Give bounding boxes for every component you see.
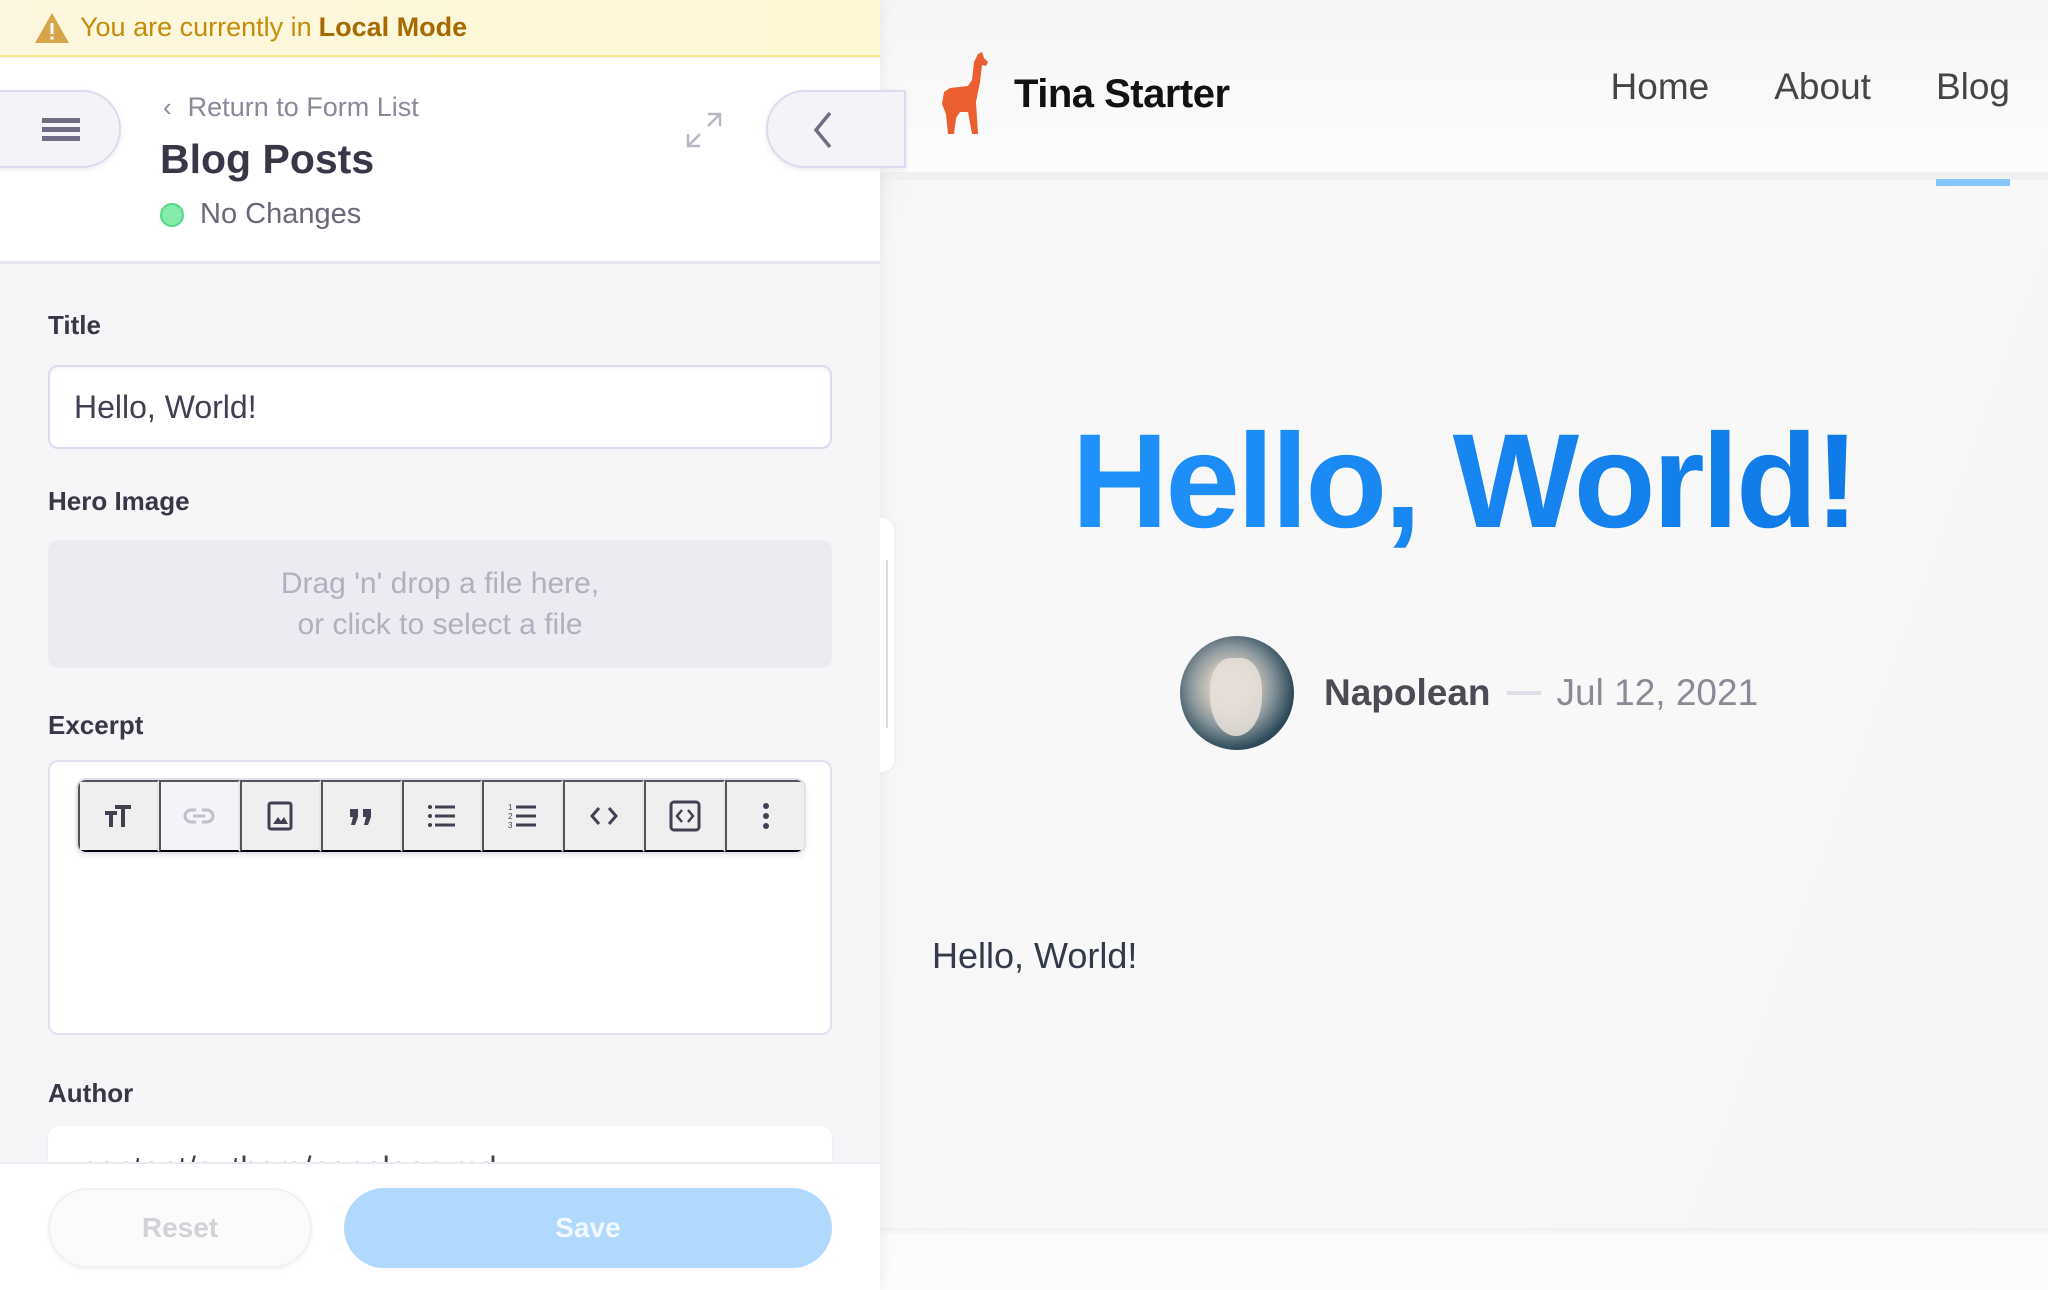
site-logo-link[interactable]: Tina Starter [938, 52, 1230, 136]
site-footer [880, 1228, 2048, 1290]
hero-image-dropzone[interactable]: Drag 'n' drop a file here, or click to s… [48, 540, 832, 668]
llama-logo-icon [942, 52, 988, 134]
status-text: No Changes [200, 198, 362, 230]
numbered-list-icon: 1 2 3 [508, 803, 536, 830]
meta-separator [1506, 691, 1541, 695]
title-input[interactable] [48, 365, 832, 449]
more-vertical-icon [762, 803, 769, 829]
menu-button[interactable] [0, 90, 121, 168]
form-title: Blog Posts [160, 136, 375, 182]
dropzone-line-2: or click to select a file [297, 608, 583, 641]
chevron-left-icon: ‹ [163, 92, 172, 122]
sidebar-resize-handle[interactable] [880, 518, 894, 772]
post-date: Jul 12, 2021 [1556, 672, 1759, 713]
text-size-icon [105, 805, 132, 827]
site-nav: Home About Blog [1611, 66, 2011, 186]
bulleted-list-icon [428, 805, 455, 827]
warning-icon [35, 12, 69, 43]
numbered-list-button[interactable]: 1 2 3 [482, 780, 564, 852]
return-label: Return to Form List [187, 92, 419, 122]
bulleted-list-button[interactable] [401, 780, 483, 852]
author-select-value: content/authors/napolean.md [82, 1150, 497, 1162]
dropzone-line-1: Drag 'n' drop a file here, [280, 567, 600, 600]
more-options-button[interactable] [725, 780, 804, 852]
excerpt-toolbar: 1 2 3 [76, 778, 806, 854]
code-button[interactable] [563, 780, 645, 852]
site-preview: Tina Starter Home About Blog Hello, Worl… [880, 0, 2048, 1290]
nav-home[interactable]: Home [1611, 66, 1710, 108]
local-mode-banner: You are currently in Local Mode [0, 0, 880, 57]
image-button[interactable] [239, 780, 321, 852]
return-to-form-list-link[interactable]: ‹ Return to Form List [163, 92, 419, 123]
post-title: Hello, World! [880, 405, 2048, 558]
svg-text:3: 3 [508, 821, 513, 830]
hero-image-label: Hero Image [48, 486, 190, 516]
collapse-sidebar-button[interactable] [766, 90, 906, 168]
save-button[interactable]: Save [344, 1188, 832, 1268]
title-label: Title [48, 310, 101, 340]
excerpt-editor[interactable]: 1 2 3 [48, 760, 832, 1035]
form-header: ‹ Return to Form List Blog Posts No Chan… [0, 58, 906, 264]
text-size-button[interactable] [78, 780, 159, 852]
cms-sidebar: You are currently in Local Mode ‹ Return… [0, 0, 906, 1290]
chevron-updown-icon: ⌄ [779, 1146, 802, 1162]
author-select[interactable]: content/authors/napolean.md ⌄ [48, 1126, 832, 1162]
link-icon [183, 808, 215, 824]
banner-mode: Local Mode [318, 12, 468, 42]
banner-text: You are currently in [80, 12, 312, 42]
site-name: Tina Starter [1014, 71, 1230, 116]
nav-about[interactable]: About [1774, 66, 1871, 108]
author-name: Napolean [1324, 672, 1491, 713]
chevron-left-icon [813, 111, 832, 149]
site-header: Tina Starter Home About Blog [880, 0, 2048, 186]
excerpt-label: Excerpt [48, 710, 144, 740]
form-body: Title Hero Image Drag 'n' drop a file he… [0, 264, 880, 1162]
code-block-button[interactable] [644, 780, 726, 852]
link-button[interactable] [158, 780, 240, 852]
code-icon [589, 807, 618, 825]
svg-text:1: 1 [508, 803, 513, 812]
status-dot-icon [160, 202, 184, 227]
post-body: Hello, World! [932, 935, 1138, 976]
form-footer: Reset Save [0, 1162, 880, 1290]
expand-icon [686, 112, 722, 148]
author-label: Author [48, 1078, 134, 1108]
nav-blog[interactable]: Blog [1935, 66, 2011, 186]
reset-button[interactable]: Reset [48, 1188, 312, 1268]
expand-button[interactable] [680, 106, 728, 154]
form-status: No Changes [160, 198, 361, 231]
image-icon [267, 801, 293, 831]
quote-icon [350, 809, 372, 825]
code-block-icon [669, 800, 701, 832]
hamburger-icon [22, 114, 80, 145]
quote-button[interactable] [320, 780, 402, 852]
author-avatar [1180, 636, 1294, 750]
post-meta: Napolean Jul 12, 2021 [1180, 636, 1758, 750]
svg-text:2: 2 [508, 812, 513, 821]
